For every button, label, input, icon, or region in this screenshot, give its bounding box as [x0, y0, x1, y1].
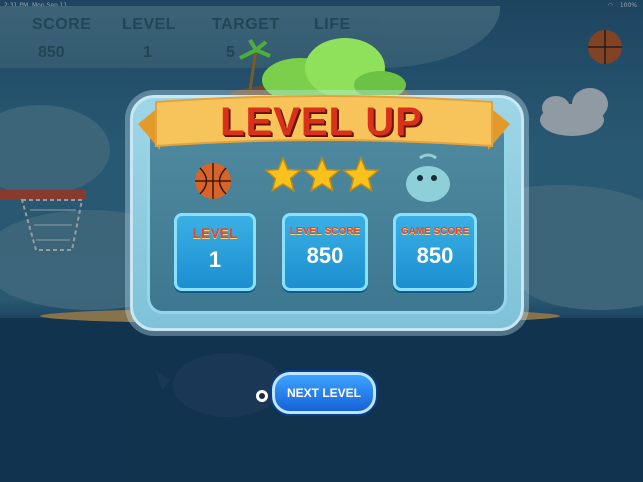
dialog-title: LEVEL UP [220, 100, 423, 144]
level-card: LEVEL 1 [174, 213, 256, 291]
game-scene: 2:31 PM Mon Sep 11 ◠ 100% SCORE 850 LEVE… [0, 0, 643, 482]
game-score-value: 850 [416, 243, 454, 268]
level-card-value: 1 [208, 247, 222, 272]
game-score-label: GAME SCORE [400, 226, 470, 237]
level-score-value: 850 [306, 243, 344, 268]
level-score-label: LEVEL SCORE [289, 226, 361, 237]
game-score-card: GAME SCORE 850 [393, 213, 477, 291]
next-level-button[interactable]: NEXT LEVEL [272, 372, 376, 414]
level-score-card: LEVEL SCORE 850 [282, 213, 368, 291]
level-card-label: LEVEL [192, 225, 238, 241]
